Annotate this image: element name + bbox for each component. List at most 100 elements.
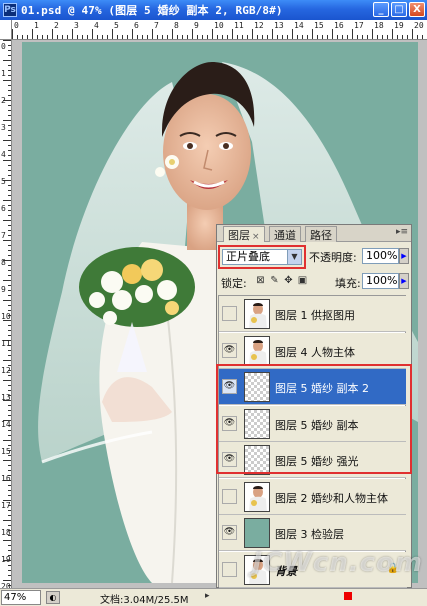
ruler-tick [362,35,363,39]
layer-row[interactable]: 👁 图层 4 人物主体 [219,332,407,369]
ruler-tick [237,35,238,39]
minimize-button[interactable]: _ [373,2,389,17]
fill-slider-arrow-icon[interactable]: ▶ [399,273,409,289]
layer-name: 图层 5 婚纱 副本 2 [275,382,369,395]
ruler-tick [372,29,373,39]
layer-list-scrollbar[interactable] [406,295,410,587]
ruler-tick [407,35,408,39]
layer-thumbnail[interactable] [244,445,270,475]
ruler-tick [8,470,11,471]
ruler-tick [3,80,11,81]
eye-icon[interactable]: 👁 [222,452,237,467]
close-icon[interactable]: × [252,232,260,242]
ruler-tick [8,430,11,431]
panel-tabs: 图层 × 通道 路径 ▸≡ [217,225,411,242]
ruler-tick [332,29,333,39]
ruler-tick [8,490,11,491]
ruler-tick [8,130,11,131]
layer-row[interactable]: 👁 图层 5 婚纱 副本 [219,405,407,442]
layer-thumbnail[interactable] [244,481,270,512]
ruler-tick [8,330,11,331]
lock-move-icon[interactable]: ✥ [283,275,294,286]
layer-row[interactable]: 👁 图层 3 检验层 [219,515,407,551]
lock-all-icon[interactable]: ▣ [297,275,308,286]
ruler-origin[interactable] [0,20,12,40]
chevron-down-icon[interactable]: ▼ [287,250,301,264]
status-menu-arrow-icon[interactable]: ▸ [205,591,210,601]
blend-mode-select[interactable]: 正片叠底 ▼ [222,249,302,265]
horizontal-ruler[interactable]: 0 1 2 3 4 5 6 7 8 9 10 11 12 13 14 15 16 17 18 19 20 [12,20,427,40]
ruler-tick [12,29,13,39]
ruler-tick [8,135,11,136]
ruler-tick [422,35,423,39]
ruler-tick [102,35,103,39]
ruler-tick [222,35,223,39]
panel-menu-icon[interactable]: ▸≡ [396,227,408,237]
eye-icon[interactable]: 👁 [222,525,237,540]
ruler-tick [27,35,28,39]
ruler-tick [162,35,163,39]
eye-icon[interactable]: 👁 [222,342,237,358]
lock-transparent-icon[interactable]: ⊠ [255,275,266,286]
ruler-label: 10 [1,312,11,321]
ruler-tick [227,35,228,39]
tab-paths[interactable]: 路径 [305,226,337,242]
ruler-tick [8,570,11,571]
layer-thumbnail[interactable] [244,408,270,439]
ruler-tick [3,60,11,61]
ruler-tick [302,35,303,39]
layer-row[interactable]: 图层 2 婚纱和人物主体 [219,478,407,515]
lock-paint-icon[interactable]: ✎ [269,275,280,286]
ruler-tick [42,35,43,39]
layer-row[interactable]: 👁 图层 5 婚纱 副本 2 [219,369,407,405]
zoom-field[interactable]: 47% [1,590,41,605]
ruler-tick [3,380,11,381]
vertical-ruler[interactable]: 0 1 2 3 4 5 6 7 8 9 10 11 12 13 14 15 16 17 18 19 20 [0,40,12,591]
fill-value: 100% [366,274,398,287]
layer-name: 图层 3 检验层 [275,528,344,541]
maximize-button[interactable]: □ [391,2,407,17]
opacity-value: 100% [366,249,398,262]
ruler-tick [3,240,11,241]
eye-icon[interactable]: 👁 [222,379,237,394]
ruler-tick [137,35,138,39]
document-size-info: 文档:3.04M/25.5M [100,595,189,606]
ruler-label: 6 [1,204,6,213]
ruler-label: 15 [1,447,11,456]
eye-icon[interactable] [222,488,237,504]
ruler-tick [8,165,11,166]
ruler-label: 5 [1,177,6,186]
layers-panel: 图层 × 通道 路径 ▸≡ 正片叠底 ▼ 不透明度: 100% ▶ 锁定: ⊠ ✎… [216,224,412,588]
opacity-slider-arrow-icon[interactable]: ▶ [399,248,409,264]
ruler-tick [8,435,11,436]
ruler-tick [322,35,323,39]
layer-thumbnail[interactable] [244,299,270,329]
tab-channels[interactable]: 通道 [269,226,301,242]
ruler-tick [8,285,11,286]
ruler-tick [8,115,11,116]
layer-thumbnail[interactable] [244,335,270,366]
ruler-tick [382,35,383,39]
eye-icon[interactable]: 👁 [222,415,237,431]
ruler-tick [8,70,11,71]
layer-thumbnail[interactable] [244,372,270,402]
ruler-label: 8 [174,21,179,30]
ruler-tick [8,205,11,206]
tab-layers[interactable]: 图层 × [223,226,265,242]
ruler-label: 14 [294,21,304,30]
fill-field[interactable]: 100% [362,273,399,289]
close-button[interactable]: X [409,2,425,17]
eye-icon[interactable] [222,306,237,321]
layer-thumbnail[interactable] [244,518,270,548]
eye-icon[interactable] [222,561,237,577]
ruler-label: 18 [1,528,11,537]
document-profile-icon[interactable]: ◐ [46,591,60,604]
ruler-tick [192,29,193,39]
layer-row[interactable]: 图层 1 供抠图用 [219,296,407,332]
opacity-field[interactable]: 100% [362,248,399,264]
ruler-label: 0 [14,21,19,30]
ruler-tick [8,385,11,386]
lock-fill-row: 锁定: ⊠ ✎ ✥ ▣ 填充: 100% ▶ [217,273,411,291]
layer-row[interactable]: 👁 图层 5 婚纱 强光 [219,442,407,478]
ruler-label: 13 [1,393,11,402]
